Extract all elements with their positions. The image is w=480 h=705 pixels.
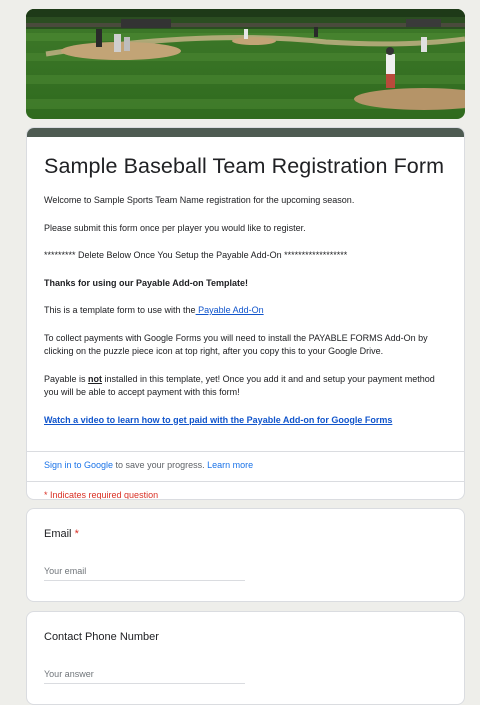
collect-payments-text: To collect payments with Google Forms yo… [44, 332, 428, 357]
learn-more-link[interactable]: Learn more [207, 460, 253, 470]
question-title-email: Email * [44, 528, 79, 540]
delete-note-text: ********* Delete Below Once You Setup th… [44, 250, 348, 260]
form-title: Sample Baseball Team Registration Form [44, 154, 445, 178]
intro-text: Welcome to Sample Sports Team Name regis… [44, 195, 355, 205]
required-asterisk: * [74, 528, 79, 540]
form-page: Sample Baseball Team Registration Form W… [0, 0, 480, 705]
not-emphasis: not [88, 373, 103, 384]
email-input[interactable]: Your email [44, 566, 245, 581]
form-description: Welcome to Sample Sports Team Name regis… [27, 194, 464, 427]
header-banner-image [26, 9, 465, 119]
form-header-card: Sample Baseball Team Registration Form W… [26, 127, 465, 500]
watch-video-link[interactable]: Watch a video to learn how to get paid w… [44, 415, 392, 425]
required-note: * Indicates required question [44, 490, 159, 500]
template-text: This is a template form to use with the … [44, 305, 264, 315]
payable-addon-link[interactable]: Payable Add-On [196, 305, 264, 315]
signin-row: Sign in to Google to save your progress.… [44, 460, 254, 470]
thanks-text: Thanks for using our Payable Add-on Temp… [44, 277, 249, 288]
header-accent-bar [27, 128, 464, 137]
sign-in-link[interactable]: Sign in to Google [44, 460, 113, 470]
instruction-text: Please submit this form once per player … [44, 222, 306, 233]
question-title-phone: Contact Phone Number [44, 631, 159, 643]
question-card-phone: Contact Phone Number Your answer [26, 611, 465, 705]
payable-note-text: Payable is not installed in this templat… [44, 373, 435, 398]
phone-input[interactable]: Your answer [44, 669, 245, 684]
video-link-row: Watch a video to learn how to get paid w… [44, 414, 446, 428]
question-card-email: Email * Your email [26, 508, 465, 602]
